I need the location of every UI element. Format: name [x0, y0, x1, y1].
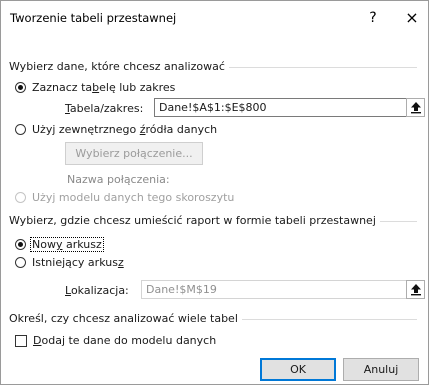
title-bar[interactable]: Tworzenie tabeli przestawnej ? ×: [1, 1, 428, 35]
create-pivot-table-dialog: Tworzenie tabeli przestawnej ? × Wybierz…: [0, 0, 429, 385]
radio-new-worksheet-label: Nowy arkusz: [30, 237, 104, 252]
radio-external-data-source-label: Użyj zewnętrznego źródła danych: [32, 123, 218, 136]
radio-existing-worksheet-label: Istniejący arkusz: [32, 256, 124, 269]
close-button[interactable]: ×: [399, 6, 425, 30]
checkbox-unchecked[interactable]: [15, 334, 27, 347]
radio-button-checked[interactable]: [15, 239, 26, 250]
radio-select-table-or-range-label: Zaznacz tabelę lub zakres: [32, 81, 176, 94]
location-input[interactable]: Dane!$M$19: [141, 280, 407, 299]
connection-name-label: Nazwa połączenia:: [67, 173, 170, 186]
table-range-input[interactable]: Dane!$A$1:$E$800: [154, 98, 407, 117]
dialog-title: Tworzenie tabeli przestawnej: [10, 11, 177, 25]
ok-button[interactable]: OK: [260, 358, 336, 381]
radio-button-unchecked[interactable]: [15, 124, 26, 135]
cancel-button[interactable]: Anuluj: [343, 358, 419, 381]
checkbox-add-to-data-model-label: Dodaj te dane do modelu danych: [33, 334, 217, 347]
collapse-dialog-icon: [411, 102, 421, 114]
location-collapse-button[interactable]: [406, 280, 425, 299]
placement-group-label: Wybierz, gdzie chcesz umieścić raport w …: [9, 214, 380, 227]
help-button[interactable]: ?: [361, 6, 385, 30]
checkbox-add-to-data-model[interactable]: Dodaj te dane do modelu danych: [15, 334, 216, 347]
multiple-tables-group-label: Określ, czy chcesz analizować wiele tabe…: [9, 312, 242, 325]
table-range-collapse-button[interactable]: [406, 98, 425, 117]
radio-use-data-model-label: Użyj modelu danych tego skoroszytu: [32, 191, 235, 204]
location-label: Lokalizacja:: [65, 284, 129, 297]
radio-new-worksheet[interactable]: Nowy arkusz: [15, 237, 104, 252]
radio-button-disabled[interactable]: [15, 192, 26, 203]
radio-external-data-source[interactable]: Użyj zewnętrznego źródła danych: [15, 123, 217, 136]
radio-button-checked[interactable]: [15, 82, 26, 93]
collapse-dialog-icon: [411, 284, 421, 296]
radio-select-table-or-range[interactable]: Zaznacz tabelę lub zakres: [15, 81, 175, 94]
choose-data-group-label: Wybierz dane, które chcesz analizować: [9, 60, 229, 73]
radio-use-data-model[interactable]: Użyj modelu danych tego skoroszytu: [15, 191, 234, 204]
radio-button-unchecked[interactable]: [15, 257, 26, 268]
table-range-label: Tabela/zakres:: [65, 102, 144, 115]
choose-connection-button[interactable]: Wybierz połączenie...: [65, 142, 203, 165]
radio-existing-worksheet[interactable]: Istniejący arkusz: [15, 256, 124, 269]
